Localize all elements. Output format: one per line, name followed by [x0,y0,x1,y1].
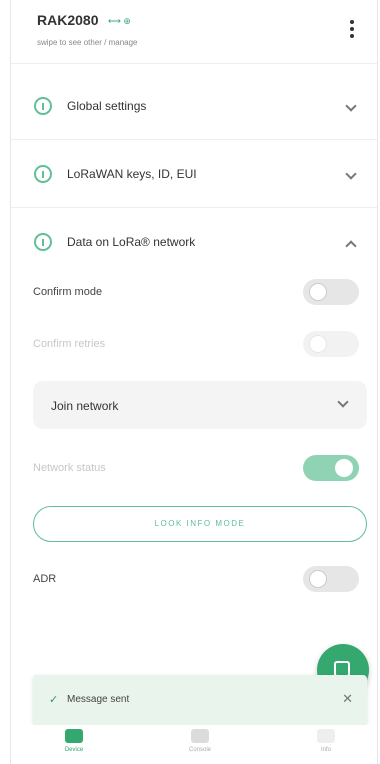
info-icon [34,233,52,251]
app-frame: RAK2080 ⟷ ⊕ swipe to see other / manage … [10,0,378,764]
nav-item-console[interactable]: Console [165,729,235,753]
section-label: Data on LoRa® network [67,235,196,249]
console-icon [191,729,209,743]
snackbar-message: Message sent [67,694,130,705]
info-nav-icon [317,729,335,743]
toggle-knob [309,570,327,588]
confirm-mode-label: Confirm mode [33,286,103,298]
nav-item-device[interactable]: Device [39,729,109,753]
section-label: LoRaWAN keys, ID, EUI [67,167,197,181]
device-icon [65,729,83,743]
close-icon[interactable]: ✕ [342,691,353,707]
chevron-down-icon [345,168,357,180]
bottom-nav: Device Console Info [11,725,377,764]
chevron-down-icon [345,100,357,112]
network-status-toggle[interactable] [303,455,359,481]
confirm-retries-toggle[interactable] [303,331,359,357]
adr-toggle[interactable] [303,566,359,592]
section-global-settings[interactable]: Global settings [11,74,377,140]
confirm-mode-toggle[interactable] [303,279,359,305]
nav-item-info[interactable]: Info [291,729,361,753]
nav-label: Device [64,747,84,753]
confirm-retries-label: Confirm retries [33,338,106,350]
app-header: RAK2080 ⟷ ⊕ swipe to see other / manage [11,0,377,64]
nav-label: Info [320,747,331,753]
info-icon [34,97,52,115]
check-icon: ✓ [49,694,59,706]
section-lorawan-keys[interactable]: LoRaWAN keys, ID, EUI [11,142,377,208]
join-info-button[interactable]: LOOK INFO MODE [33,506,367,542]
section-data-on-lora[interactable]: Data on LoRa® network [11,210,377,276]
snackbar: ✓ Message sent ✕ [33,675,367,725]
toggle-knob [309,283,327,301]
section-label: Global settings [67,99,147,113]
info-icon [34,165,52,183]
join-network-select[interactable]: Join network [33,381,367,429]
join-network-label: Join network [51,399,119,413]
toggle-knob [335,459,353,477]
toggle-knob [309,335,327,353]
adr-label: ADR [33,573,57,585]
nav-label: Console [188,747,211,753]
network-status-label: Network status [33,462,106,474]
chevron-down-icon [337,396,349,408]
device-tag: ⟷ ⊕ [108,16,131,26]
more-options-icon[interactable] [349,20,355,40]
chevron-up-icon [345,240,357,252]
device-subtitle: swipe to see other / manage [37,38,138,47]
device-name: RAK2080 [37,12,99,28]
